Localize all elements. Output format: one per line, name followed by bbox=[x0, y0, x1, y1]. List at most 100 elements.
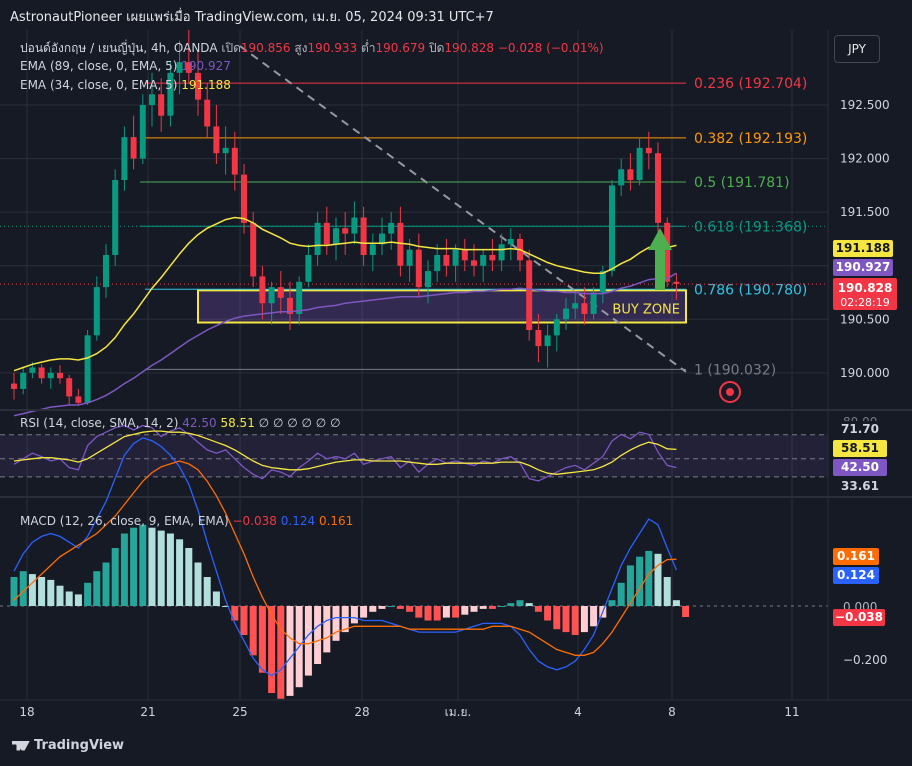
fib-label-0.5: 0.5 (191.781) bbox=[694, 175, 790, 191]
macd-hist-bar bbox=[369, 606, 377, 612]
candle-body bbox=[323, 222, 330, 245]
macd-hist-bar bbox=[93, 571, 101, 606]
rsi-ma-value: 58.51 bbox=[220, 416, 255, 430]
low-value: 190.679 bbox=[375, 41, 426, 55]
candle-body bbox=[480, 255, 487, 266]
candle-body bbox=[507, 238, 514, 245]
candle-body bbox=[93, 287, 100, 336]
publisher-line: AstronautPioneer เผยแพร่เมื่อ TradingVie… bbox=[10, 10, 494, 25]
rsi-ma-tag: 58.51 bbox=[841, 441, 879, 455]
ema89-legend[interactable]: EMA (89, close, 0, EMA, 5) 190.927 bbox=[20, 59, 231, 73]
macd-hist-bar bbox=[378, 606, 386, 609]
macd-hist-bar bbox=[286, 606, 294, 696]
candle-body bbox=[599, 271, 606, 293]
rsi-upper-band-tag: 71.70 bbox=[841, 422, 879, 436]
candle-body bbox=[149, 94, 155, 105]
candle-body bbox=[406, 249, 413, 266]
high-value: 190.933 bbox=[307, 41, 358, 55]
candle-body bbox=[84, 335, 91, 403]
candle-body bbox=[388, 222, 395, 234]
ema89-price-tag: 190.927 bbox=[836, 260, 891, 274]
candle-body bbox=[618, 169, 625, 186]
macd-histogram bbox=[10, 524, 690, 699]
candle-body bbox=[38, 367, 45, 379]
macd-hist-bar bbox=[249, 606, 257, 656]
macd-hist-bar bbox=[47, 579, 55, 606]
macd-hist-bar bbox=[424, 606, 432, 621]
candle-body bbox=[397, 222, 404, 266]
candle-body bbox=[627, 169, 634, 180]
symbol-name[interactable]: ปอนด์อังกฤษ / เยนญี่ปุ่น, 4h, OANDA bbox=[20, 41, 218, 55]
candle-body bbox=[581, 303, 588, 314]
candle-body bbox=[360, 217, 367, 255]
macd-hist-bar bbox=[516, 600, 524, 606]
candle-body bbox=[231, 147, 238, 175]
open-value: 190.856 bbox=[240, 41, 291, 55]
candle-body bbox=[563, 308, 569, 320]
macd-legend[interactable]: MACD (12, 26, close, 9, EMA, EMA) −0.038… bbox=[20, 514, 353, 528]
candle-body bbox=[553, 319, 560, 336]
tradingview-logo[interactable]: TradingView bbox=[12, 738, 124, 753]
rsi-legend[interactable]: RSI (14, close, SMA, 14, 2) 42.50 58.51 … bbox=[20, 416, 341, 430]
y-axis-tick: 192.000 bbox=[840, 152, 890, 166]
macd-hist-bar bbox=[553, 606, 561, 630]
candle-body bbox=[526, 260, 533, 330]
candle-body bbox=[314, 222, 321, 255]
candle-body bbox=[590, 292, 597, 314]
x-axis-tick: 8 bbox=[668, 705, 676, 719]
candle-body bbox=[342, 228, 349, 234]
chart-canvas[interactable]: BUY ZONE 0.236 (192.704) 0.382 (192.193) 0.… bbox=[0, 0, 912, 766]
macd-hist-bar bbox=[571, 606, 579, 635]
change-value: −0.028 (−0.01%) bbox=[497, 41, 604, 55]
macd-hist-bar bbox=[277, 606, 285, 699]
macd-hist-bar bbox=[387, 606, 395, 607]
macd-hist-bar bbox=[148, 527, 156, 606]
candle-body bbox=[11, 383, 17, 389]
fib-label-0.786: 0.786 (190.780) bbox=[694, 282, 807, 298]
ema34-legend[interactable]: EMA (34, close, 0, EMA, 5) 191.188 bbox=[20, 78, 231, 92]
macd-line-tag: 0.124 bbox=[837, 568, 875, 582]
macd-hist-bar bbox=[157, 530, 165, 606]
candle-body bbox=[268, 287, 275, 304]
macd-hist-bar bbox=[617, 582, 625, 606]
candle-body bbox=[664, 222, 671, 282]
macd-hist-bar bbox=[608, 600, 616, 606]
macd-label: MACD (12, 26, close, 9, EMA, EMA) bbox=[20, 514, 229, 528]
candle-body bbox=[250, 222, 257, 277]
macd-signal-tag: 0.161 bbox=[837, 549, 875, 563]
macd-hist-bar bbox=[166, 533, 174, 606]
candle-body bbox=[369, 244, 376, 255]
macd-hist-bar bbox=[65, 591, 73, 606]
low-label: ต่ำ bbox=[360, 41, 376, 55]
fib-label-0.236: 0.236 (192.704) bbox=[694, 76, 807, 92]
macd-hist-bar bbox=[663, 577, 671, 606]
candle-body bbox=[655, 153, 661, 223]
y-axis-tick: 190.500 bbox=[840, 312, 890, 326]
macd-hist-bar bbox=[120, 533, 128, 606]
macd-hist-bar bbox=[10, 577, 18, 606]
candle-body bbox=[544, 335, 551, 347]
x-axis-tick: 11 bbox=[784, 705, 799, 719]
fib-label-0.618: 0.618 (191.368) bbox=[694, 219, 807, 235]
macd-hist-bar bbox=[452, 606, 460, 618]
macd-hist-tag: −0.038 bbox=[835, 610, 883, 624]
candle-body bbox=[461, 249, 468, 261]
macd-hist-bar bbox=[304, 606, 312, 676]
currency-button[interactable]: JPY bbox=[834, 35, 880, 63]
candle-body bbox=[434, 255, 441, 272]
countdown-tag: 02:28:19 bbox=[840, 296, 889, 309]
macd-hist-bar bbox=[332, 606, 340, 641]
high-label: สูง bbox=[294, 41, 308, 55]
macd-hist-bar bbox=[350, 606, 358, 624]
rsi-extra-2: ∅ bbox=[272, 416, 284, 430]
close-value: 190.828 bbox=[444, 41, 495, 55]
candle-body bbox=[112, 180, 119, 255]
macd-hist-bar bbox=[111, 548, 119, 606]
candle-body bbox=[673, 281, 680, 284]
macd-hist-bar bbox=[461, 606, 469, 615]
macd-hist-bar bbox=[433, 606, 441, 621]
macd-hist-value: −0.038 bbox=[232, 514, 277, 528]
macd-hist-bar bbox=[139, 524, 147, 606]
candle-body bbox=[121, 137, 128, 180]
macd-hist-bar bbox=[203, 577, 211, 606]
